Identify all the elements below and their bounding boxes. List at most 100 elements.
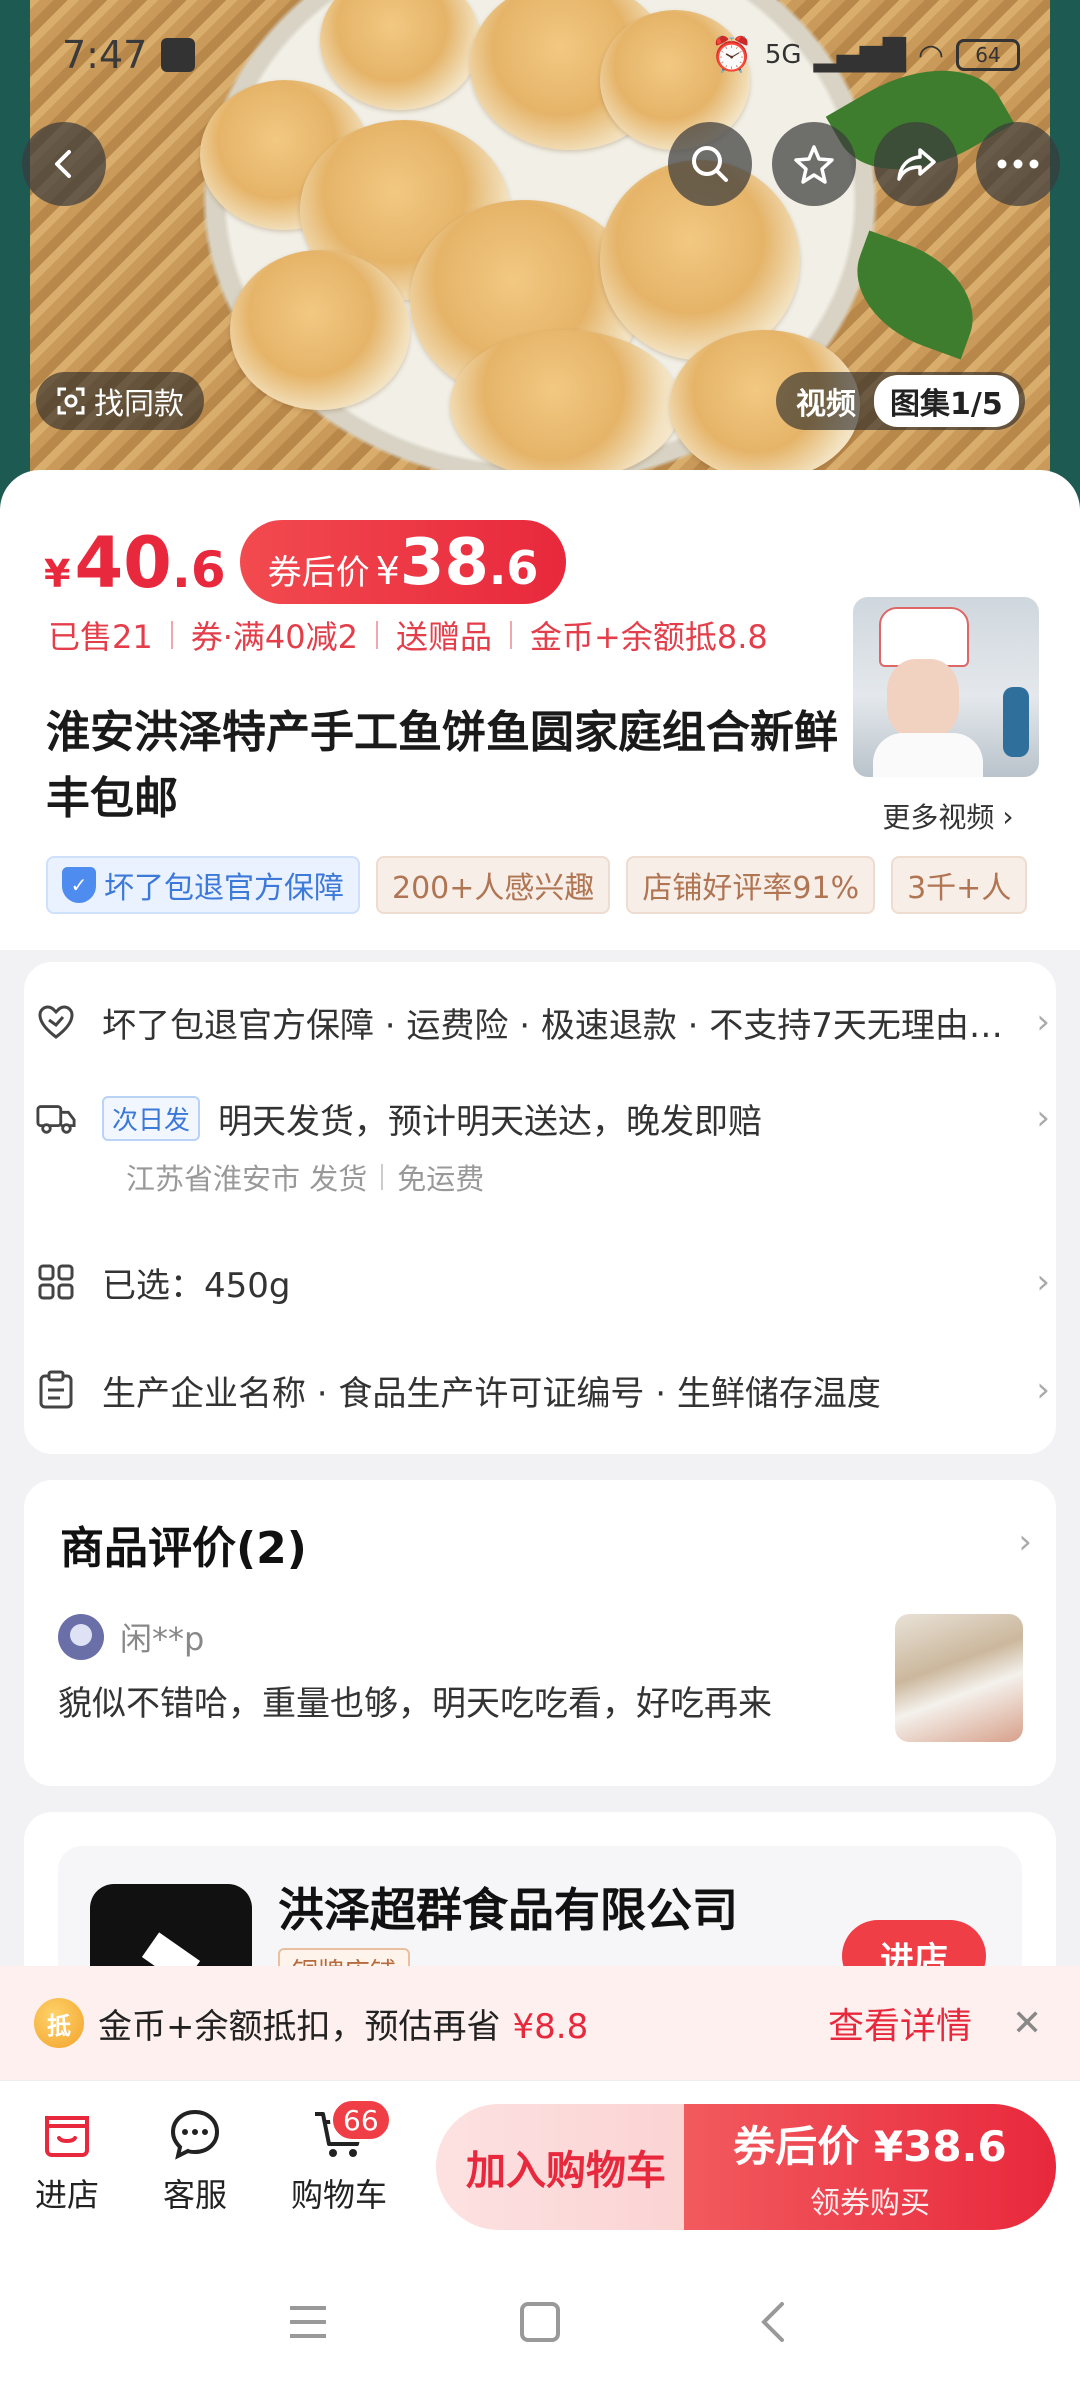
store-label: 进店 xyxy=(34,2176,99,2214)
status-time: 7:47 xyxy=(62,33,148,77)
tag-guarantee-label: 坏了包退官方保障 xyxy=(104,871,344,906)
coupon-price-symbol: ¥ xyxy=(375,549,400,593)
product-title-line2: 丰包邮 xyxy=(46,773,178,824)
share-button[interactable] xyxy=(874,122,958,206)
reviewer-name: 闲**p xyxy=(120,1620,205,1658)
scan-icon xyxy=(57,387,85,415)
gift-info[interactable]: 送赠品 xyxy=(396,612,492,658)
next-day-tag: 次日发 xyxy=(102,1095,201,1141)
product-detail-page: 7:47 ⏰ 5G ▂▄▆█ ◠ 64 找同款 视频 图集1/5 ¥ 40 .6… xyxy=(0,0,1080,2400)
coupon-info[interactable]: 券·满40减2 xyxy=(191,612,358,658)
status-bar: 7:47 ⏰ 5G ▂▄▆█ ◠ 64 xyxy=(62,30,1020,80)
service-tags: ✓ 坏了包退官方保障 200+人感兴趣 店铺好评率91% 3千+人 xyxy=(46,856,1028,914)
search-button[interactable] xyxy=(668,122,752,206)
truck-icon xyxy=(36,1098,76,1138)
shield-check-icon: ✓ xyxy=(62,867,96,903)
background-person xyxy=(1003,687,1029,757)
divider xyxy=(170,621,173,649)
promo-strip: 抵 金币+余额抵扣，预估再省 ¥8.8 查看详情 ✕ xyxy=(0,1966,1080,2080)
coupon-price-label: 券后价 xyxy=(267,553,370,593)
tag-rating: 店铺好评率91% xyxy=(626,856,876,914)
chef-body xyxy=(873,733,983,777)
chat-icon xyxy=(170,2109,220,2160)
close-icon[interactable]: ✕ xyxy=(1012,2003,1042,2044)
find-similar-button[interactable]: 找同款 xyxy=(36,372,204,430)
chevron-right-icon: › xyxy=(1018,1522,1032,1562)
shipping-sub: 江苏省淮安市 发货 免运费 xyxy=(126,1156,484,1198)
spec-row[interactable]: 已选：450g › xyxy=(36,1252,1050,1312)
selected-spec: 已选：450g xyxy=(102,1265,291,1306)
params-row[interactable]: 生产企业名称 · 食品生产许可证编号 · 生鲜储存温度 › xyxy=(36,1360,1050,1420)
customer-service-button[interactable]: 客服 xyxy=(140,2106,250,2216)
menu-icon[interactable] xyxy=(286,2300,330,2344)
buy-with-coupon-button[interactable]: 券后价 ¥38.6 领券购买 xyxy=(684,2104,1056,2230)
hero-edge-right xyxy=(1050,0,1080,520)
cart-count-badge: 66 xyxy=(330,2098,392,2142)
avatar xyxy=(58,1614,104,1660)
favorite-button[interactable] xyxy=(772,122,856,206)
more-button[interactable] xyxy=(976,122,1060,206)
shipping-row[interactable]: 次日发 明天发货，预计明天送达，晚发即赔 › xyxy=(36,1088,1050,1148)
signal-icon: ▂▄▆█ xyxy=(813,37,906,73)
home-icon[interactable] xyxy=(518,2300,562,2344)
chevron-right-icon: › xyxy=(1036,1002,1050,1042)
media-tabs: 视频 图集1/5 xyxy=(776,372,1025,430)
tag-interest-label: 200+人感兴趣 xyxy=(392,871,595,906)
more-videos-label: 更多视频 xyxy=(882,801,995,834)
divider xyxy=(510,621,513,649)
shop-name[interactable]: 洪泽超群食品有限公司 xyxy=(278,1874,738,1940)
wifi-icon: ◠ xyxy=(917,37,944,73)
tag-interest: 200+人感兴趣 xyxy=(376,856,611,914)
chevron-right-icon: › xyxy=(1036,1262,1050,1302)
leaf xyxy=(838,230,992,360)
fish-cake xyxy=(450,330,680,480)
coin-deduct-info[interactable]: 金币+余额抵8.8 xyxy=(530,612,768,658)
price-symbol: ¥ xyxy=(44,552,71,596)
promo-amount: ¥8.8 xyxy=(512,2006,589,2047)
review-text: 貌似不错哈，重量也够，明天吃吃看，好吃再来 xyxy=(58,1684,772,1724)
tag-buyers-label: 3千+人 xyxy=(907,871,1012,906)
guarantee-row[interactable]: 坏了包退官方保障 · 运费险 · 极速退款 · 不支持7天无理由退货 › xyxy=(36,992,1050,1052)
buy-action-label: 领券购买 xyxy=(810,2185,930,2221)
ship-fee: 免运费 xyxy=(397,1162,485,1196)
coupon-price-decimal: .6 xyxy=(488,541,539,595)
search-icon xyxy=(692,146,728,182)
grid-icon xyxy=(36,1262,76,1302)
reviewer: 闲**p xyxy=(58,1614,204,1660)
promo-text: 金币+余额抵扣，预估再省 xyxy=(98,2006,501,2047)
share-icon xyxy=(897,148,936,181)
current-price: ¥ 40 .6 xyxy=(44,522,226,604)
star-icon xyxy=(794,145,834,184)
chevron-right-icon: › xyxy=(1002,799,1014,833)
review-photo[interactable] xyxy=(895,1614,1023,1742)
price-integer: 40 xyxy=(74,522,172,604)
sold-count: 已售21 xyxy=(48,618,153,656)
product-title: 淮安洪泽特产手工鱼饼鱼圆家庭组合新鲜 丰包邮 xyxy=(46,700,866,832)
coupon-price-integer: 38 xyxy=(399,526,489,600)
promo-text-group: 金币+余额抵扣，预估再省 ¥8.8 xyxy=(98,1999,588,2048)
price-row: ¥ 40 .6 券后价 ¥ 38 .6 xyxy=(44,520,567,604)
tag-guarantee[interactable]: ✓ 坏了包退官方保障 xyxy=(46,856,360,914)
more-videos-link[interactable]: 更多视频 › xyxy=(850,784,1046,848)
tab-gallery[interactable]: 图集1/5 xyxy=(874,375,1019,427)
product-title-line1: 淮安洪泽特产手工鱼饼鱼圆家庭组合新鲜 xyxy=(46,707,838,758)
guarantee-text: 坏了包退官方保障 · 运费险 · 极速退款 · 不支持7天无理由退货 xyxy=(102,1005,1021,1046)
battery-level: 64 xyxy=(975,43,1001,67)
promo-detail-link[interactable]: 查看详情 xyxy=(828,1997,972,2049)
heart-shield-icon xyxy=(36,1002,76,1042)
coupon-price-badge: 券后价 ¥ 38 .6 xyxy=(239,520,567,604)
cart-label: 购物车 xyxy=(290,2176,387,2214)
more-icon xyxy=(997,159,1039,169)
find-similar-label: 找同款 xyxy=(94,387,184,422)
divider xyxy=(376,621,378,649)
back-button[interactable] xyxy=(22,122,106,206)
fish-cake xyxy=(230,250,410,410)
video-thumbnail[interactable] xyxy=(850,594,1042,780)
alarm-icon: ⏰ xyxy=(710,35,753,75)
back-nav-icon[interactable] xyxy=(752,2300,796,2344)
coin-icon: 抵 xyxy=(34,1998,84,2048)
store-button[interactable]: 进店 xyxy=(12,2106,122,2216)
chef-hat xyxy=(879,607,969,667)
add-to-cart-button[interactable]: 加入购物车 xyxy=(436,2104,696,2230)
tab-video[interactable]: 视频 xyxy=(796,379,856,423)
